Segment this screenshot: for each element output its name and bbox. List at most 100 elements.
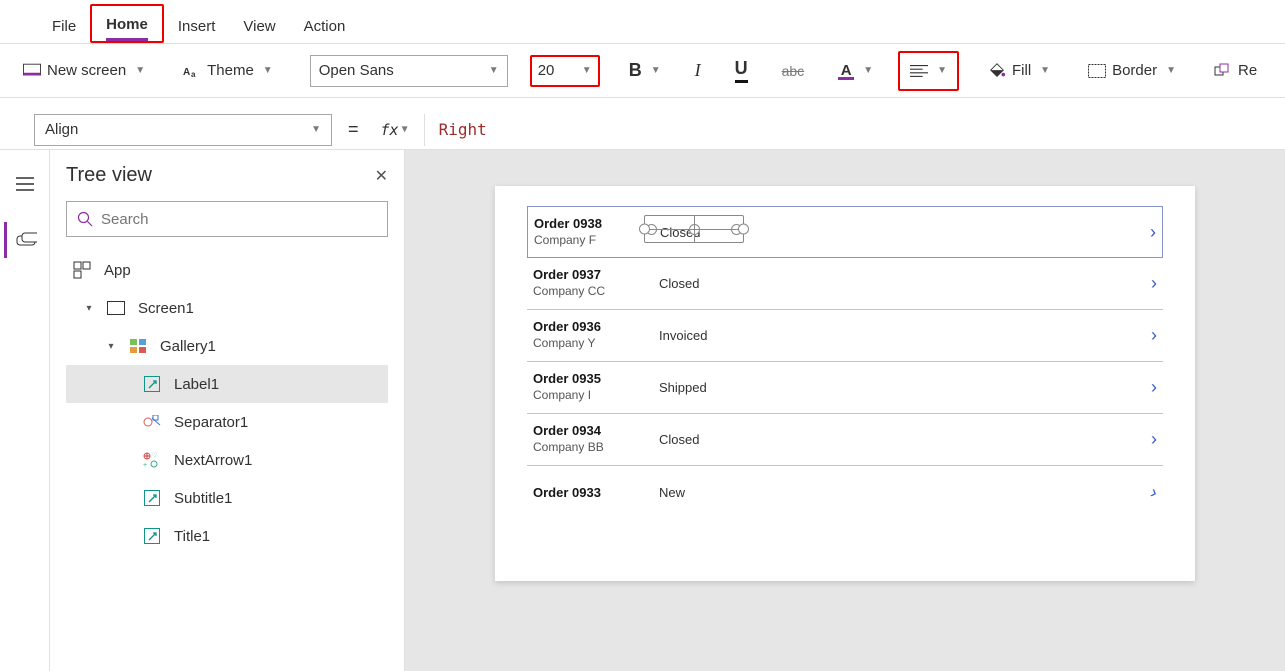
tab-insert[interactable]: Insert (164, 8, 230, 43)
italic-label: I (695, 60, 701, 81)
tree-item-nextarrow1[interactable]: ♡+ NextArrow1 (66, 441, 388, 479)
chevron-down-icon: ▼ (1166, 65, 1176, 76)
equals-label: = (348, 119, 359, 140)
canvas[interactable]: Order 0938 Company F Closed › Order 0937… (405, 150, 1285, 671)
bold-button[interactable]: B ▼ (620, 54, 670, 87)
tree-item-label1[interactable]: Label1 (66, 365, 388, 403)
formula-input[interactable]: Right (424, 114, 1285, 146)
app-icon (70, 260, 94, 280)
expand-icon[interactable]: ▾ (106, 341, 116, 352)
tree-title: Tree view (66, 164, 152, 187)
strikethrough-label: abc (782, 63, 805, 79)
fill-icon (988, 62, 1006, 80)
chevron-down-icon: ▼ (937, 65, 947, 76)
tab-home[interactable]: Home (90, 4, 164, 43)
border-button[interactable]: Border ▼ (1079, 56, 1185, 86)
gallery-row[interactable]: Order 0938 Company F Closed › (527, 206, 1163, 258)
tree-item-subtitle1[interactable]: Subtitle1 (66, 479, 388, 517)
separator-icon (140, 412, 164, 432)
tree-app-node[interactable]: App (66, 251, 388, 289)
tab-view[interactable]: View (229, 8, 289, 43)
font-size-select[interactable]: 20 ▼ (530, 55, 600, 87)
tree-item-separator1[interactable]: Separator1 (66, 403, 388, 441)
tree-item-title1[interactable]: Title1 (66, 517, 388, 555)
new-screen-label: New screen (47, 62, 126, 79)
ribbon-toolbar: New screen ▼ Aa Theme ▼ Open Sans ▼ 20 ▼… (0, 44, 1285, 98)
gallery-row[interactable]: Order 0935Company I Shipped › (527, 362, 1163, 414)
strikethrough-button[interactable]: abc (773, 57, 814, 85)
font-family-value: Open Sans (319, 62, 394, 79)
chevron-down-icon: ▼ (1040, 65, 1050, 76)
chevron-right-icon[interactable]: › (1148, 481, 1161, 503)
fx-button[interactable]: fx ▼ (375, 121, 414, 139)
font-color-icon: A (838, 62, 854, 80)
reorder-icon (1214, 62, 1232, 80)
tree-screen-node[interactable]: ▾ Screen1 (66, 289, 388, 327)
left-rail (0, 150, 50, 671)
svg-text:a: a (191, 70, 196, 79)
next-arrow-icon: ♡+ (140, 450, 164, 470)
tree-panel: Tree view ✕ App ▾ Screen1 ▾ Gallery1 (50, 150, 405, 671)
gallery-row[interactable]: Order 0934Company BB Closed › (527, 414, 1163, 466)
rail-menu-icon[interactable] (4, 166, 46, 202)
screen-icon (104, 298, 128, 318)
svg-text:+: + (143, 462, 147, 468)
chevron-right-icon[interactable]: › (1151, 325, 1157, 346)
rail-tree-icon[interactable] (4, 222, 46, 258)
fx-label: fx (381, 121, 399, 139)
expand-icon[interactable]: ▾ (84, 303, 94, 314)
property-select[interactable]: Align ▼ (34, 114, 332, 146)
fill-label: Fill (1012, 62, 1031, 79)
font-size-value: 20 (538, 62, 555, 79)
search-input[interactable] (101, 211, 377, 228)
formula-value: Right (439, 120, 487, 139)
gallery-row[interactable]: Order 0937Company CC Closed › (527, 258, 1163, 310)
font-family-select[interactable]: Open Sans ▼ (310, 55, 508, 87)
gallery-row[interactable]: Order 0933 New › (527, 466, 1163, 518)
theme-button[interactable]: Aa Theme ▼ (174, 56, 282, 86)
tree-gallery-node[interactable]: ▾ Gallery1 (66, 327, 388, 365)
border-icon (1088, 62, 1106, 80)
tab-file[interactable]: File (38, 8, 90, 43)
chevron-down-icon: ▼ (263, 65, 273, 76)
align-icon (910, 62, 928, 80)
formula-bar: Align ▼ = fx ▼ Right (0, 110, 1285, 150)
gallery-row[interactable]: Order 0936Company Y Invoiced › (527, 310, 1163, 362)
chevron-right-icon[interactable]: › (1150, 222, 1156, 243)
underline-button[interactable]: U (726, 52, 757, 89)
chevron-down-icon: ▼ (651, 65, 661, 76)
theme-icon: Aa (183, 62, 201, 80)
ribbon-tabs: File Home Insert View Action (0, 0, 1285, 44)
close-icon[interactable]: ✕ (375, 166, 388, 186)
label-icon (140, 488, 164, 508)
reorder-label: Re (1238, 62, 1257, 79)
chevron-down-icon: ▼ (582, 65, 592, 76)
chevron-right-icon[interactable]: › (1151, 377, 1157, 398)
reorder-button[interactable]: Re (1205, 56, 1266, 86)
svg-text:♡: ♡ (152, 452, 157, 459)
chevron-down-icon: ▼ (489, 65, 499, 76)
align-button[interactable]: ▼ (898, 51, 959, 91)
fill-button[interactable]: Fill ▼ (979, 56, 1059, 86)
chevron-down-icon: ▼ (135, 65, 145, 76)
bold-label: B (629, 60, 642, 81)
italic-button[interactable]: I (686, 54, 710, 87)
border-label: Border (1112, 62, 1157, 79)
selection-handles[interactable] (644, 215, 744, 243)
gallery-icon (126, 336, 150, 356)
tree-search[interactable] (66, 201, 388, 237)
new-screen-button[interactable]: New screen ▼ (14, 56, 154, 86)
font-color-button[interactable]: A ▼ (829, 56, 882, 86)
underline-label: U (735, 58, 748, 83)
chevron-down-icon: ▼ (863, 65, 873, 76)
tab-action[interactable]: Action (290, 8, 360, 43)
chevron-right-icon[interactable]: › (1151, 273, 1157, 294)
label-icon (140, 526, 164, 546)
theme-label: Theme (207, 62, 254, 79)
label-icon (140, 374, 164, 394)
screen-preview: Order 0938 Company F Closed › Order 0937… (495, 186, 1195, 581)
chevron-down-icon: ▼ (311, 124, 321, 135)
svg-text:A: A (183, 67, 190, 78)
chevron-right-icon[interactable]: › (1151, 429, 1157, 450)
search-icon (77, 211, 93, 227)
